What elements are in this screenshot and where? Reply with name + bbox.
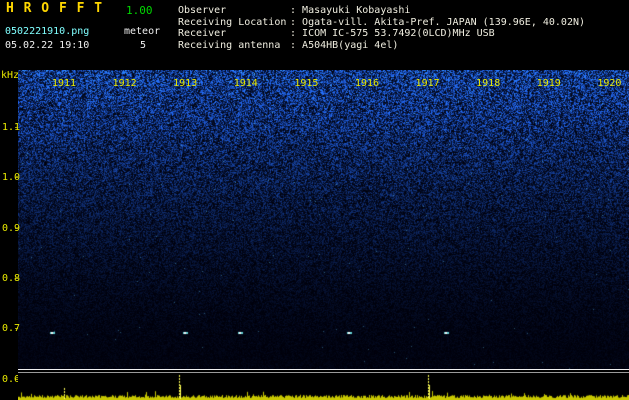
freq-tick xyxy=(15,177,18,179)
meteor-count-value: 5 xyxy=(140,40,147,51)
signal-level-canvas xyxy=(18,374,629,400)
freq-tick xyxy=(15,127,18,128)
info-row: Receiving Location: Ogata-vill. Akita-Pr… xyxy=(178,17,585,29)
info-colon: : xyxy=(290,28,303,39)
info-colon: : xyxy=(290,16,303,28)
info-colon: : xyxy=(290,39,303,51)
time-tick-label: 1915 xyxy=(294,78,319,89)
info-value: ICOM IC-575 53.7492(0LCD)MHz USB xyxy=(302,28,495,39)
meteor-count-label: meteor xyxy=(124,26,161,37)
time-tick-label: 1919 xyxy=(536,78,561,89)
time-tick-label: 1918 xyxy=(476,78,501,89)
app-version: 1.00 xyxy=(126,4,153,17)
time-tick-label: 1916 xyxy=(354,78,380,89)
info-row: Receiving antenna: A504HB(yagi 4el) xyxy=(178,40,585,52)
separator-line-top xyxy=(18,369,629,370)
time-tick-label: 1911 xyxy=(51,78,77,89)
info-label: Observer xyxy=(178,5,227,16)
info-label: Receiving antenna xyxy=(178,39,281,51)
time-tick-label: 1912 xyxy=(112,78,137,89)
spectrogram-panel: 1911 1912 1913 1914 1915 1916 1917 1918 1919 1920 xyxy=(18,70,629,370)
info-row: Observer: Masayuki Kobayashi xyxy=(178,5,585,17)
app-title: H R O F F T xyxy=(6,1,104,16)
separator-line-bottom xyxy=(18,372,629,373)
info-colon: : xyxy=(290,5,303,16)
time-tick-label: 1917 xyxy=(415,78,440,89)
info-value: Ogata-vill. Akita-Pref. JAPAN (139.96E, … xyxy=(302,16,586,28)
spectrogram-canvas xyxy=(18,70,629,370)
freq-tick xyxy=(15,227,18,229)
freq-tick xyxy=(15,277,18,279)
time-tick-label: 1914 xyxy=(233,78,258,89)
info-row: Receiver: ICOM IC-575 53.7492(0LCD)MHz U… xyxy=(178,28,585,40)
info-value: Masayuki Kobayashi xyxy=(302,5,411,16)
info-label: Receiving Location xyxy=(178,16,287,28)
time-tick-label: 1920 xyxy=(597,78,622,89)
freq-axis: 1.1 1.0 0.9 0.8 0.7 0.6 xyxy=(0,0,20,400)
info-label: Receiver xyxy=(178,28,227,39)
time-tick-label: 1913 xyxy=(173,78,198,89)
info-value: A504HB(yagi 4el) xyxy=(302,39,399,51)
hrofft-screen: H R O F F T 1.00 0502221910.png meteor 0… xyxy=(0,0,629,400)
observation-info: Observer: Masayuki Kobayashi Receiving Lo… xyxy=(178,5,585,51)
freq-tick xyxy=(15,328,18,330)
